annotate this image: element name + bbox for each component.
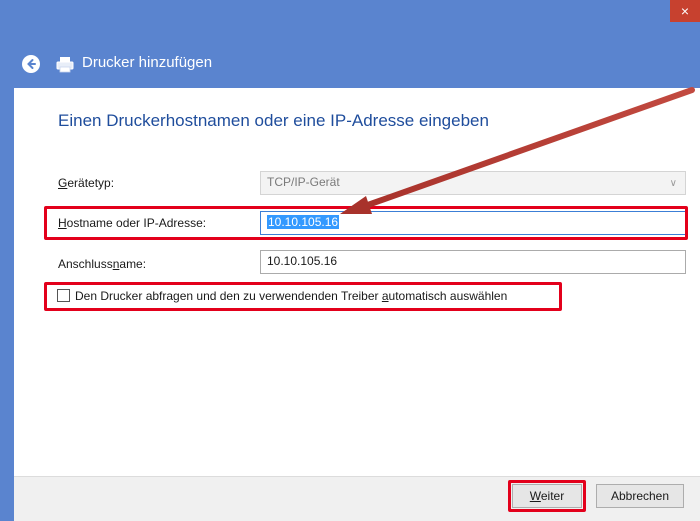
printer-icon	[55, 54, 75, 74]
dialog-content	[14, 88, 700, 521]
next-button[interactable]: Weiter	[512, 484, 582, 508]
port-name-input[interactable]: 10.10.105.16	[260, 250, 686, 274]
hostname-input[interactable]: 10.10.105.16	[260, 211, 686, 235]
port-name-label: Anschlussname:	[58, 257, 147, 271]
device-type-dropdown[interactable]: TCP/IP-Gerät ∨	[260, 171, 686, 195]
add-printer-window: × Drucker hinzufügen Einen Druckerhostna…	[0, 0, 700, 521]
device-type-label: Gerätetyp:	[58, 176, 115, 190]
cancel-button[interactable]: Abbrechen	[596, 484, 684, 508]
port-name-value: 10.10.105.16	[267, 254, 338, 268]
title-bar: × Drucker hinzufügen	[0, 0, 700, 88]
chevron-down-icon: ∨	[669, 178, 677, 189]
window-title: Drucker hinzufügen	[82, 54, 213, 71]
hostname-value: 10.10.105.16	[267, 215, 340, 229]
close-button[interactable]: ×	[670, 0, 700, 22]
hostname-label: Hostname oder IP-Adresse:	[58, 216, 207, 230]
page-heading: Einen Druckerhostnamen oder eine IP-Adre…	[58, 111, 489, 130]
back-arrow-icon[interactable]	[22, 55, 40, 73]
device-type-value: TCP/IP-Gerät	[267, 175, 340, 189]
auto-driver-checkbox-label[interactable]: Den Drucker abfragen und den zu verwende…	[75, 289, 507, 303]
auto-driver-checkbox[interactable]	[57, 289, 70, 302]
